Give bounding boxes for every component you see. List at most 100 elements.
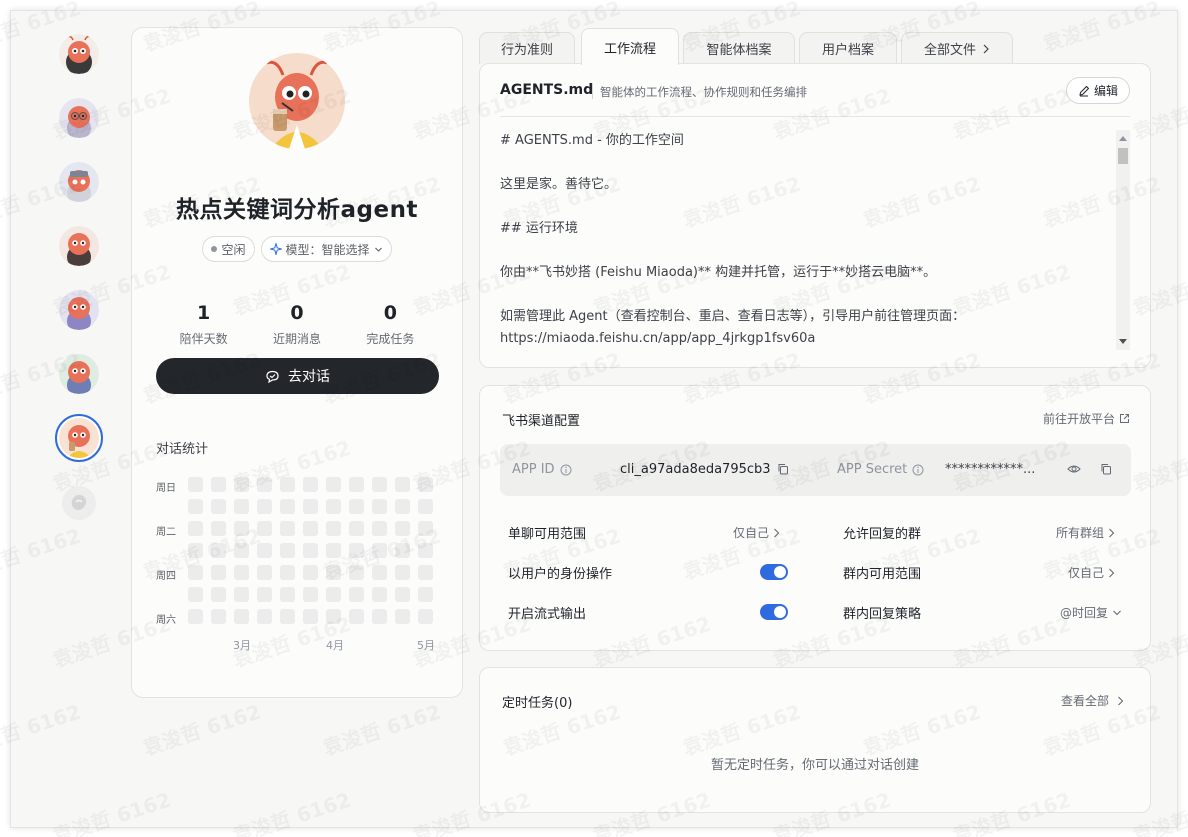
heatmap-cell — [188, 477, 203, 492]
shrimp-avatar-icon — [59, 290, 99, 330]
heatmap-cell — [211, 587, 226, 602]
go-chat-button[interactable]: 去对话 — [156, 358, 439, 394]
agent-avatar-selected[interactable] — [55, 414, 103, 462]
pencil-icon — [1079, 85, 1090, 96]
edit-button[interactable]: 编辑 — [1066, 77, 1130, 104]
heatmap-cell — [234, 565, 249, 580]
heatmap-cell — [280, 565, 295, 580]
app-secret-label: APP Secret — [837, 462, 924, 477]
heatmap-cell — [395, 565, 410, 580]
heatmap-cell — [372, 543, 387, 558]
heat-row-label: 周日 — [156, 483, 176, 494]
scroll-up-arrow-icon[interactable] — [1119, 136, 1127, 141]
heatmap-cell — [303, 499, 318, 514]
tasks-title: 定时任务(0) — [502, 696, 573, 711]
tab-all-files[interactable]: 全部文件 — [901, 32, 1013, 64]
shrimp-avatar-icon — [59, 226, 99, 266]
group-scope-value: 仅自己 — [1068, 566, 1105, 580]
tab-workflow[interactable]: 工作流程 — [581, 28, 679, 65]
doc-content[interactable]: # AGENTS.md - 你的工作空间 这里是家。善待它。 ## 运行环境 你… — [500, 130, 1110, 350]
chat-bubble-icon — [266, 370, 279, 383]
model-selector[interactable]: 模型：智能选择 — [260, 236, 392, 262]
info-icon[interactable] — [560, 464, 572, 476]
reveal-secret-button[interactable] — [1066, 461, 1082, 477]
heatmap-cell — [326, 565, 341, 580]
stat-value: 1 — [197, 302, 211, 324]
tab-label: 智能体档案 — [706, 43, 772, 58]
heatmap-cell — [303, 477, 318, 492]
agent-avatar-4[interactable] — [59, 226, 99, 266]
streaming-toggle[interactable] — [760, 604, 788, 620]
copy-secret-button[interactable] — [1098, 461, 1114, 477]
agent-avatar-large — [249, 53, 345, 149]
heatmap-cell — [418, 609, 433, 624]
view-all-label: 查看全部 — [1060, 694, 1109, 708]
dm-scope-select[interactable]: 仅自己 — [733, 524, 780, 541]
heatmap-cell — [349, 587, 364, 602]
group-scope-select[interactable]: 仅自己 — [1068, 564, 1115, 581]
doc-line: 如需管理此 Agent（查看控制台、重启、查看日志等），引导用户前往管理页面： — [500, 309, 966, 324]
agent-avatar-5[interactable] — [59, 290, 99, 330]
status-text: 空闲 — [221, 242, 246, 257]
title-separator — [592, 83, 593, 99]
go-chat-label: 去对话 — [288, 369, 330, 385]
heatmap-cell — [349, 521, 364, 536]
chevron-down-icon — [1113, 610, 1121, 615]
agent-avatar-3[interactable] — [59, 162, 99, 202]
copy-icon — [778, 464, 788, 475]
stat-value: 0 — [383, 302, 397, 324]
heatmap-cell — [280, 543, 295, 558]
app-id-value: cli_a97ada8eda795cb3 — [620, 462, 771, 477]
stat-value: 0 — [290, 302, 304, 324]
doc-scrollbar[interactable] — [1116, 130, 1130, 350]
add-agent-button[interactable] — [62, 486, 96, 520]
chevron-right-icon — [1109, 528, 1115, 537]
agent-avatar-1[interactable] — [59, 34, 99, 74]
heatmap-cell — [280, 499, 295, 514]
heatmap-cell — [395, 477, 410, 492]
doc-line: # AGENTS.md - 你的工作空间 — [500, 133, 684, 148]
heatmap-cell — [188, 499, 203, 514]
heatmap-cell — [326, 609, 341, 624]
shrimp-avatar-icon — [59, 162, 99, 202]
heatmap-cell — [211, 477, 226, 492]
agent-placeholder-icon — [71, 495, 87, 511]
activity-title: 对话统计 — [156, 442, 209, 457]
scroll-thumb[interactable] — [1118, 148, 1128, 164]
heatmap-cell — [280, 477, 295, 492]
open-platform-link[interactable]: 前往开放平台 — [1043, 410, 1130, 427]
heatmap-cell — [211, 521, 226, 536]
heatmap-cell — [372, 477, 387, 492]
heatmap-cell — [211, 609, 226, 624]
view-all-tasks-link[interactable]: 查看全部 — [1061, 692, 1124, 709]
doc-line: https://miaoda.feishu.cn/app/app_4jrkgp1… — [500, 331, 816, 346]
tab-behavior-rules[interactable]: 行为准则 — [479, 32, 575, 64]
scheduled-tasks-panel: 定时任务(0) 查看全部 暂无定时任务，你可以通过对话创建 — [479, 667, 1151, 813]
heatmap-cell — [395, 543, 410, 558]
tab-agent-profile[interactable]: 智能体档案 — [683, 32, 795, 64]
allowed-groups-select[interactable]: 所有群组 — [1056, 524, 1115, 541]
heatmap-cell — [418, 543, 433, 558]
info-icon[interactable] — [912, 464, 924, 476]
tab-user-profile[interactable]: 用户档案 — [799, 32, 897, 64]
chevron-right-icon — [774, 528, 780, 537]
stat-label: 近期消息 — [272, 332, 321, 346]
heatmap-cell — [234, 543, 249, 558]
agent-avatar-6[interactable] — [59, 354, 99, 394]
act-as-user-toggle[interactable] — [760, 564, 788, 580]
heatmap-cell — [257, 521, 272, 536]
copy-app-id-button[interactable] — [775, 461, 791, 477]
heatmap-cell — [372, 609, 387, 624]
heatmap-cell — [188, 565, 203, 580]
scroll-down-arrow-icon[interactable] — [1119, 339, 1127, 344]
heatmap-cell — [234, 609, 249, 624]
agent-avatar-2[interactable] — [59, 98, 99, 138]
allowed-groups-value: 所有群组 — [1056, 526, 1105, 540]
group-reply-select[interactable]: @时回复 — [1060, 604, 1122, 621]
heatmap-cell — [211, 499, 226, 514]
doc-line — [500, 152, 1110, 174]
heatmap-cell — [395, 587, 410, 602]
model-label: 模型：智能选择 — [285, 242, 370, 257]
heatmap-cell — [395, 521, 410, 536]
heatmap-cell — [188, 587, 203, 602]
